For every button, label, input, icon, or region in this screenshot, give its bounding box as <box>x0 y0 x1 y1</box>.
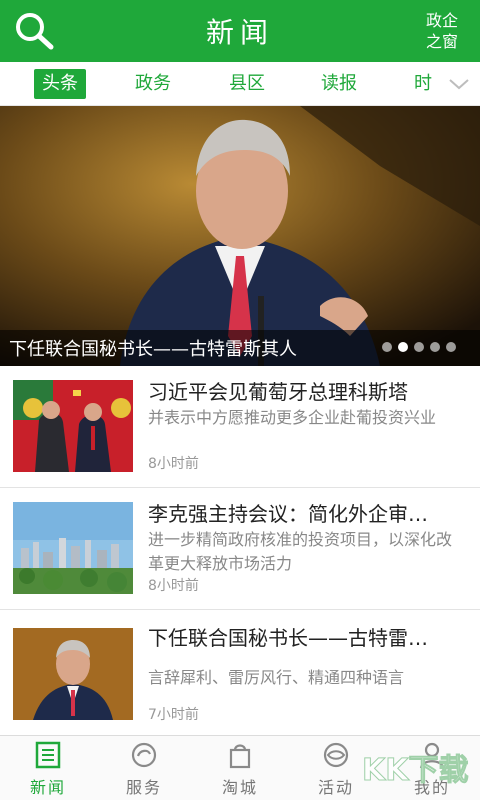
nav-shop-label: 淘城 <box>221 778 258 797</box>
hero-image <box>0 106 480 366</box>
news-title: 下任联合国秘书长——古特雷… <box>148 626 428 650</box>
watermark-logo: KK下载 <box>362 753 470 789</box>
carousel-dot[interactable] <box>446 342 456 352</box>
news-list-item[interactable]: 习近平会见葡萄牙总理科斯塔 并表示中方愿推动更多企业赴葡投资兴业 8小时前 <box>0 366 480 488</box>
chevron-down-icon <box>449 79 469 90</box>
page-title: 新闻 <box>205 16 274 49</box>
news-thumbnail <box>13 502 133 594</box>
news-list-item[interactable]: 下任联合国秘书长——古特雷… 言辞犀利、雷厉风行、精通四种语言 7小时前 <box>0 610 480 735</box>
tab-newspaper[interactable]: 读报 <box>316 69 362 99</box>
expand-tabs-button[interactable] <box>448 74 470 94</box>
news-list-item[interactable]: 李克强主持会议：简化外企审… 进一步精简政府核准的投资项目，以深化改革更大释放市… <box>0 488 480 610</box>
gov-enterprise-label-line1: 政企 <box>425 11 458 30</box>
gov-enterprise-label-line2: 之窗 <box>425 32 458 51</box>
nav-service-label: 服务 <box>125 778 162 797</box>
service-icon <box>131 742 157 768</box>
activity-icon <box>323 742 349 768</box>
carousel-dot[interactable] <box>382 342 392 352</box>
tab-time[interactable]: 时 <box>410 69 436 99</box>
news-time: 7小时前 <box>148 707 199 723</box>
shopping-bag-icon <box>229 744 251 769</box>
nav-news-label: 新闻 <box>29 778 66 797</box>
carousel-indicator <box>382 342 456 352</box>
app-header: 新闻 政企 之窗 <box>0 0 480 62</box>
news-summary: 进一步精简政府核准的投资项目，以深化改革更大释放市场活力 <box>148 530 453 573</box>
newspaper-icon <box>35 741 61 769</box>
hero-caption: 下任联合国秘书长——古特雷斯其人 <box>9 339 297 360</box>
tab-county[interactable]: 县区 <box>224 69 270 99</box>
news-thumbnail <box>13 380 133 472</box>
hero-caption-bar: 下任联合国秘书长——古特雷斯其人 <box>0 330 480 366</box>
tab-headlines[interactable]: 头条 <box>34 69 86 99</box>
category-tabs: 头条 政务 县区 读报 时 <box>0 62 480 106</box>
carousel-dot-active[interactable] <box>398 342 408 352</box>
nav-service[interactable]: 服务 <box>96 736 192 800</box>
nav-news[interactable]: 新闻 <box>0 736 96 800</box>
news-time: 8小时前 <box>148 456 199 472</box>
search-icon <box>16 13 54 50</box>
hero-carousel[interactable]: 下任联合国秘书长——古特雷斯其人 <box>0 106 480 366</box>
news-title: 习近平会见葡萄牙总理科斯塔 <box>148 380 408 404</box>
news-summary: 言辞犀利、雷厉风行、精通四种语言 <box>148 668 405 687</box>
carousel-dot[interactable] <box>414 342 424 352</box>
news-summary: 并表示中方愿推动更多企业赴葡投资兴业 <box>148 408 437 427</box>
news-thumbnail <box>13 628 133 720</box>
news-time: 8小时前 <box>148 578 199 594</box>
carousel-dot[interactable] <box>430 342 440 352</box>
news-title: 李克强主持会议：简化外企审… <box>148 502 428 526</box>
gov-enterprise-window-button[interactable]: 政企 之窗 <box>422 10 462 52</box>
nav-shop[interactable]: 淘城 <box>192 736 288 800</box>
tab-government[interactable]: 政务 <box>130 69 176 99</box>
search-button[interactable] <box>14 11 56 51</box>
svg-text:KK下载: KK下载 <box>362 753 469 788</box>
